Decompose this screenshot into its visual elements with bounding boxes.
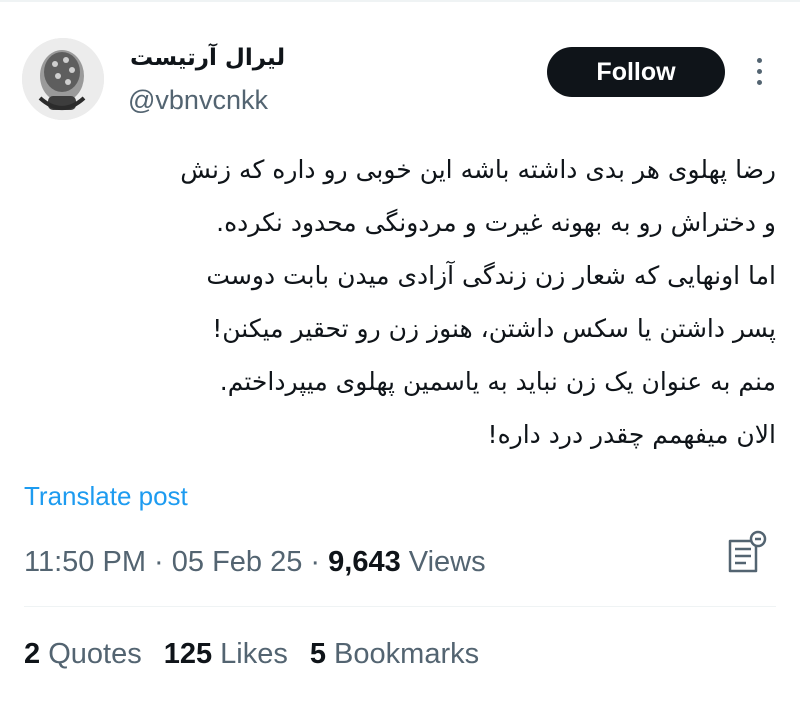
- analytics-icon[interactable]: [722, 527, 774, 579]
- views-label: Views: [400, 546, 486, 578]
- translate-post-link[interactable]: Translate post: [24, 481, 188, 512]
- tweet-line: و دختراش رو به بهونه غیرت و مردونگی محدو…: [216, 208, 776, 237]
- quotes-count: 2: [24, 638, 41, 670]
- meta-separator: ·: [145, 546, 172, 578]
- tweet-line: پسر داشتن یا سکس داشتن، هنوز زن رو تحقیر…: [212, 314, 776, 343]
- analytics-icon-graphic: [728, 530, 767, 573]
- quotes-label: Quotes: [40, 638, 142, 670]
- tweet-line: اما اونهایی که شعار زن زندگی آزادی میدن …: [206, 261, 776, 290]
- more-dot: [756, 80, 762, 85]
- meta-separator: ·: [302, 546, 329, 578]
- likes-label: Likes: [212, 638, 288, 670]
- likes-count: 125: [163, 638, 213, 670]
- bookmarks-label: Bookmarks: [326, 638, 480, 670]
- tweet-text: رضا پهلوی هر بدی داشته باشه این خوبی رو …: [16, 143, 776, 461]
- avatar-image: [22, 38, 104, 120]
- tweet-line: الان میفهمم چقدر درد داره!: [487, 420, 776, 449]
- user-handle[interactable]: @vbnvcnkk: [128, 85, 268, 116]
- more-vertical-icon[interactable]: [752, 58, 766, 92]
- bookmarks-stat[interactable]: 5 Bookmarks: [310, 638, 479, 671]
- more-dot: [756, 69, 762, 74]
- bookmarks-count: 5: [309, 638, 326, 670]
- likes-stat[interactable]: 125 Likes: [164, 638, 288, 671]
- views-count: 9,643: [328, 546, 401, 578]
- tweet-date[interactable]: 05 Feb 25: [172, 546, 303, 578]
- tweet-meta: 11:50 PM · 05 Feb 25 · 9,643 Views: [24, 546, 486, 579]
- quotes-stat[interactable]: 2 Quotes: [24, 638, 142, 671]
- divider: [24, 606, 776, 607]
- tweet-line: رضا پهلوی هر بدی داشته باشه این خوبی رو …: [180, 155, 776, 184]
- avatar[interactable]: [22, 38, 104, 120]
- more-dot: [756, 58, 762, 63]
- engagement-stats: 2 Quotes 125 Likes 5 Bookmarks: [24, 638, 501, 671]
- tweet-header: لیرال آرتیست @vbnvcnkk Follow: [0, 0, 800, 120]
- tweet-time[interactable]: 11:50 PM: [24, 546, 146, 578]
- display-name[interactable]: لیرال آرتیست: [130, 45, 285, 71]
- tweet-line: منم به عنوان یک زن نباید به یاسمین پهلوی…: [219, 367, 776, 396]
- follow-button[interactable]: Follow: [547, 47, 725, 97]
